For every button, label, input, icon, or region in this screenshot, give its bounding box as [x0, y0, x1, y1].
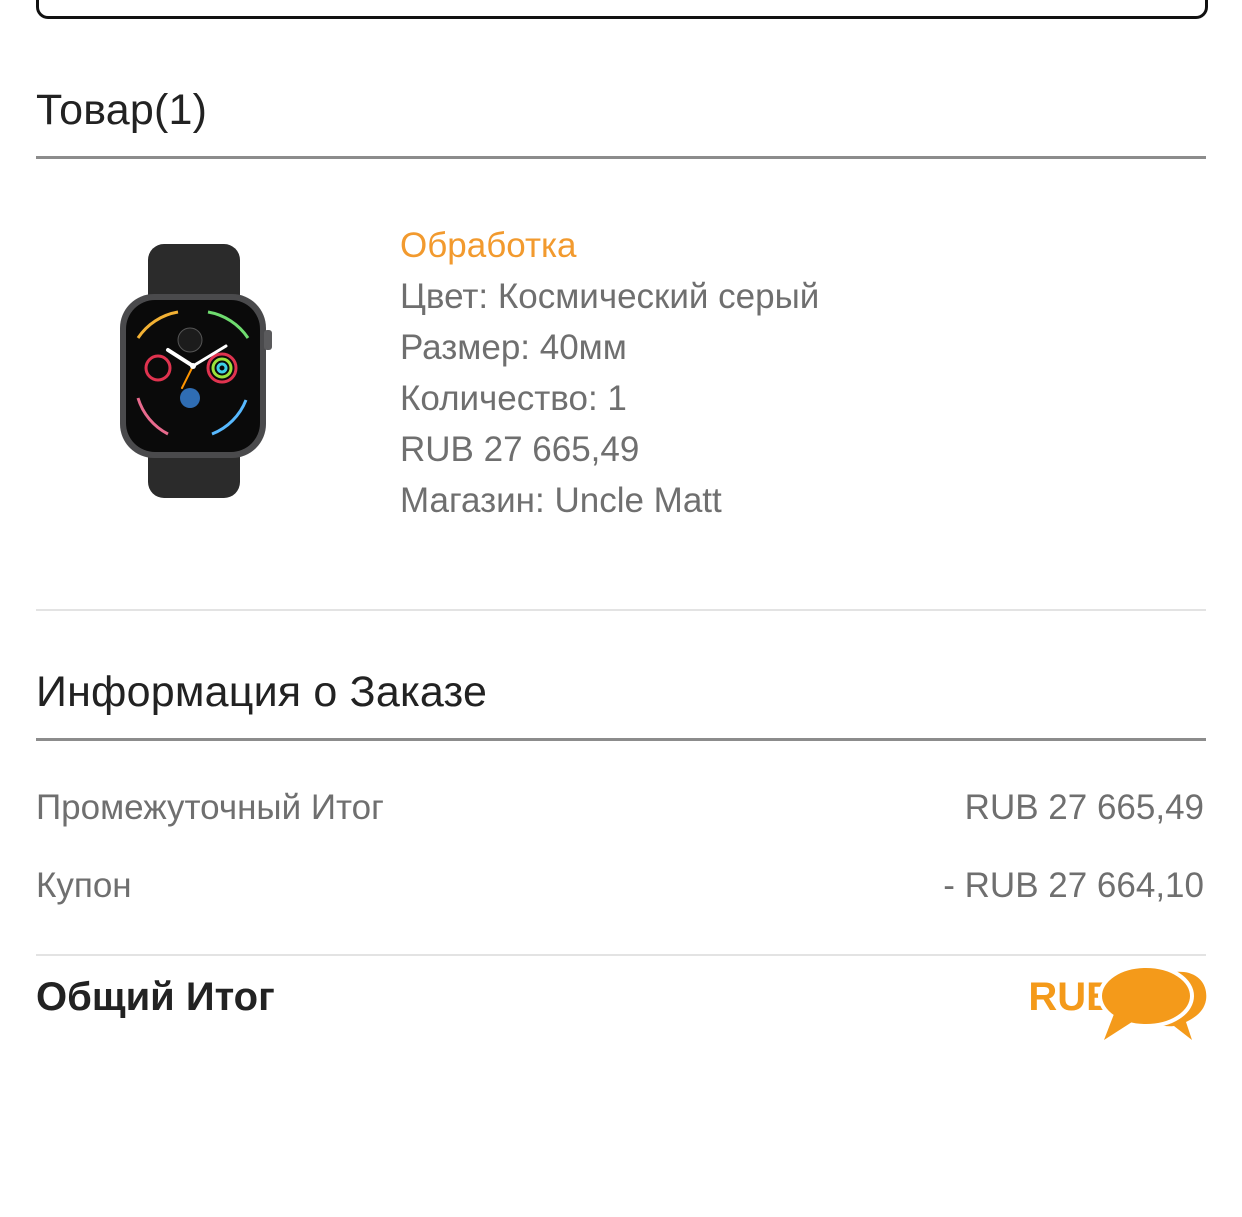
order-status: Обработка — [400, 226, 577, 265]
product-store: Магазин: Uncle Matt — [400, 481, 722, 520]
product-size: Размер: 40мм — [400, 328, 627, 367]
top-card-edge — [36, 0, 1208, 19]
products-section-title: Товар(1) — [36, 86, 208, 134]
coupon-value: - RUB 27 664,10 — [943, 866, 1204, 905]
products-section-divider — [36, 609, 1206, 611]
coupon-label: Купон — [36, 866, 132, 905]
totals-divider — [36, 954, 1206, 956]
order-info-title-divider — [36, 738, 1206, 741]
product-price: RUB 27 665,49 — [400, 430, 640, 469]
total-label: Общий Итог — [36, 975, 275, 1019]
product-image[interactable] — [108, 238, 280, 506]
product-quantity: Количество: 1 — [400, 379, 627, 418]
subtotal-label: Промежуточный Итог — [36, 788, 384, 827]
order-info-title: Информация о Заказе — [36, 668, 488, 716]
chat-bubbles-icon[interactable] — [1098, 962, 1210, 1054]
products-title-divider — [36, 156, 1206, 159]
subtotal-value: RUB 27 665,49 — [964, 788, 1204, 827]
product-color: Цвет: Космический серый — [400, 277, 820, 316]
